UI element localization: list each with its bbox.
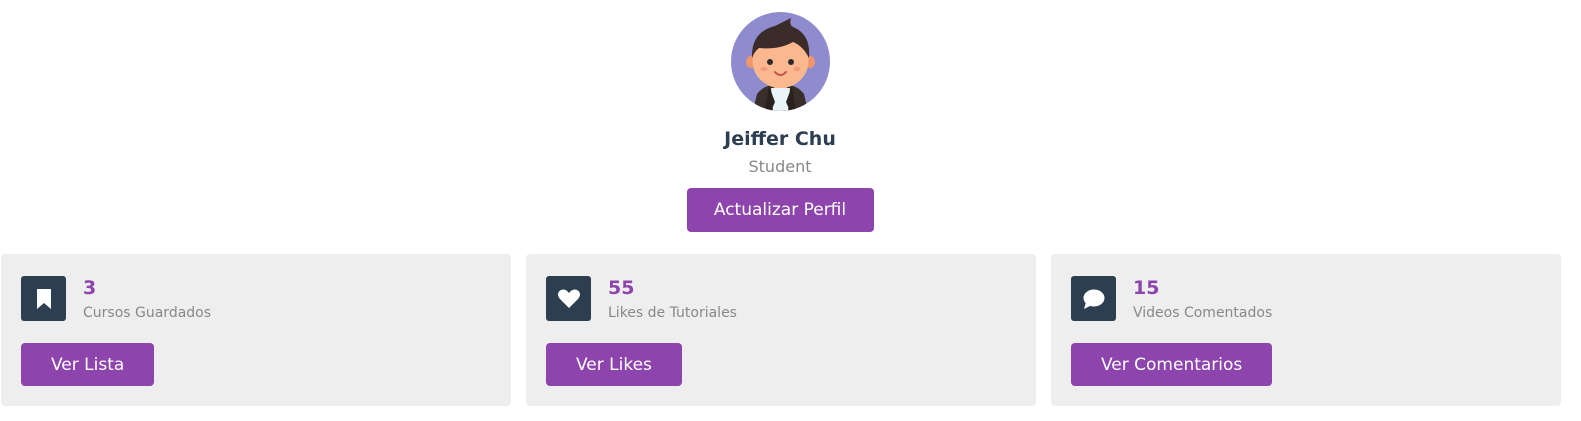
bookmark-icon xyxy=(21,276,66,321)
update-profile-button[interactable]: Actualizar Perfil xyxy=(686,188,874,232)
heart-icon xyxy=(546,276,591,321)
tutorial-likes-label: Likes de Tutoriales xyxy=(608,305,737,321)
commented-videos-count: 15 xyxy=(1133,277,1160,299)
commented-videos-label: Videos Comentados xyxy=(1133,305,1273,321)
view-comments-button[interactable]: Ver Comentarios xyxy=(1071,343,1273,386)
saved-courses-count: 3 xyxy=(83,277,97,299)
profile-header: Jeiffer Chu Student Actualizar Perfil xyxy=(0,12,1560,232)
view-list-button[interactable]: Ver Lista xyxy=(21,343,155,386)
avatar xyxy=(730,12,830,111)
stats-cards: 3 Cursos Guardados Ver Lista 55 Likes de… xyxy=(1,254,1561,406)
tutorial-likes-count: 55 xyxy=(608,277,635,299)
tutorial-likes-card: 55 Likes de Tutoriales Ver Likes xyxy=(526,254,1036,406)
comment-icon xyxy=(1071,276,1116,321)
profile-role: Student xyxy=(748,157,812,176)
saved-courses-label: Cursos Guardados xyxy=(83,305,212,321)
profile-name: Jeiffer Chu xyxy=(724,128,836,150)
profile-page: Jeiffer Chu Student Actualizar Perfil 3 … xyxy=(0,0,1581,421)
view-likes-button[interactable]: Ver Likes xyxy=(546,343,682,386)
commented-videos-card: 15 Videos Comentados Ver Comentarios xyxy=(1051,254,1561,406)
avatar-illustration xyxy=(745,18,815,111)
saved-courses-card: 3 Cursos Guardados Ver Lista xyxy=(1,254,511,406)
